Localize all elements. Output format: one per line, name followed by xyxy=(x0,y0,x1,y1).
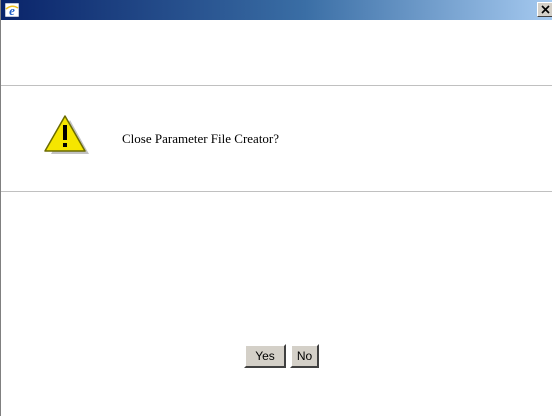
no-button[interactable]: No xyxy=(290,344,319,368)
ie-icon: e xyxy=(4,2,20,18)
divider-top xyxy=(1,85,552,86)
dialog-message: Close Parameter File Creator? xyxy=(122,131,280,146)
yes-button[interactable]: Yes xyxy=(244,344,286,368)
warning-icon xyxy=(43,114,91,160)
header-band xyxy=(1,20,552,85)
svg-text:e: e xyxy=(9,3,15,18)
dialog-window: e Close Parameter File Creator? Yes No xyxy=(0,0,552,416)
close-icon xyxy=(541,5,550,14)
close-button[interactable] xyxy=(537,2,552,17)
divider-bottom xyxy=(1,191,552,192)
title-bar[interactable]: e xyxy=(1,0,552,20)
